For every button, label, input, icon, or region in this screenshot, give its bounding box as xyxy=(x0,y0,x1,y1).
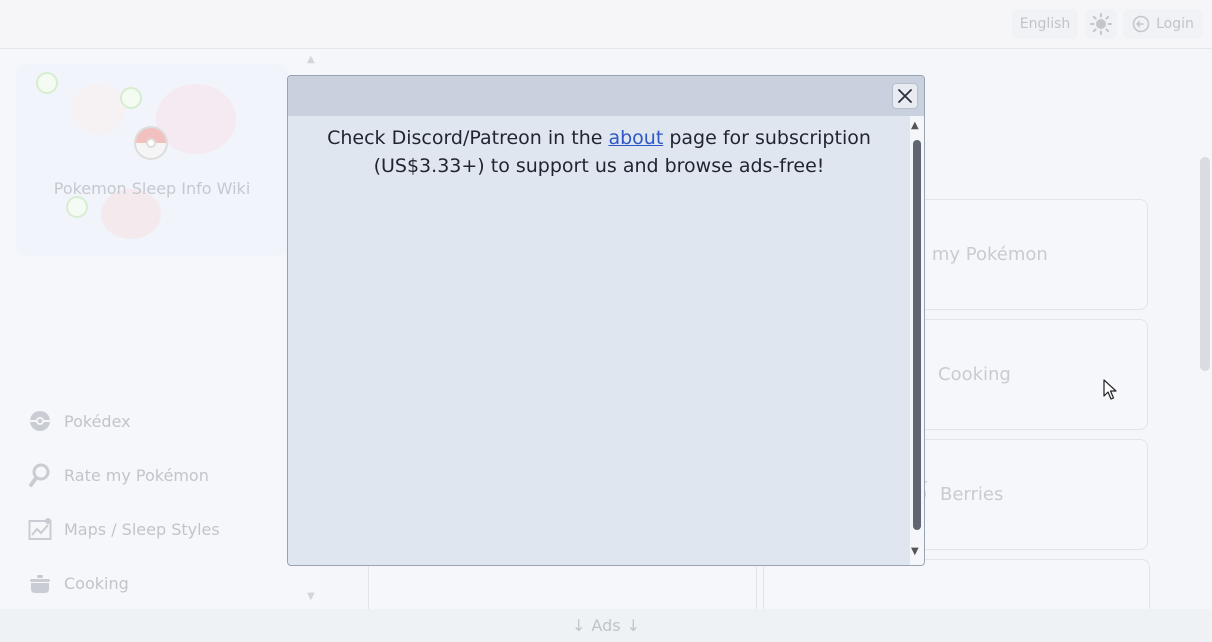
subscription-dialog: Check Discord/Patreon in the about page … xyxy=(287,75,925,566)
dialog-scrollbar-thumb[interactable] xyxy=(913,140,921,530)
about-link[interactable]: about xyxy=(608,127,663,149)
mouse-cursor-icon xyxy=(1103,379,1117,400)
dialog-scroll-up-arrow[interactable]: ▲ xyxy=(911,120,919,131)
dialog-text-before: Check Discord/Patreon in the xyxy=(327,127,609,149)
dialog-scroll-down-arrow[interactable]: ▼ xyxy=(911,546,919,557)
dialog-header xyxy=(288,76,924,116)
dialog-message: Check Discord/Patreon in the about page … xyxy=(300,124,898,180)
close-button[interactable] xyxy=(892,83,918,109)
close-icon xyxy=(898,89,912,103)
